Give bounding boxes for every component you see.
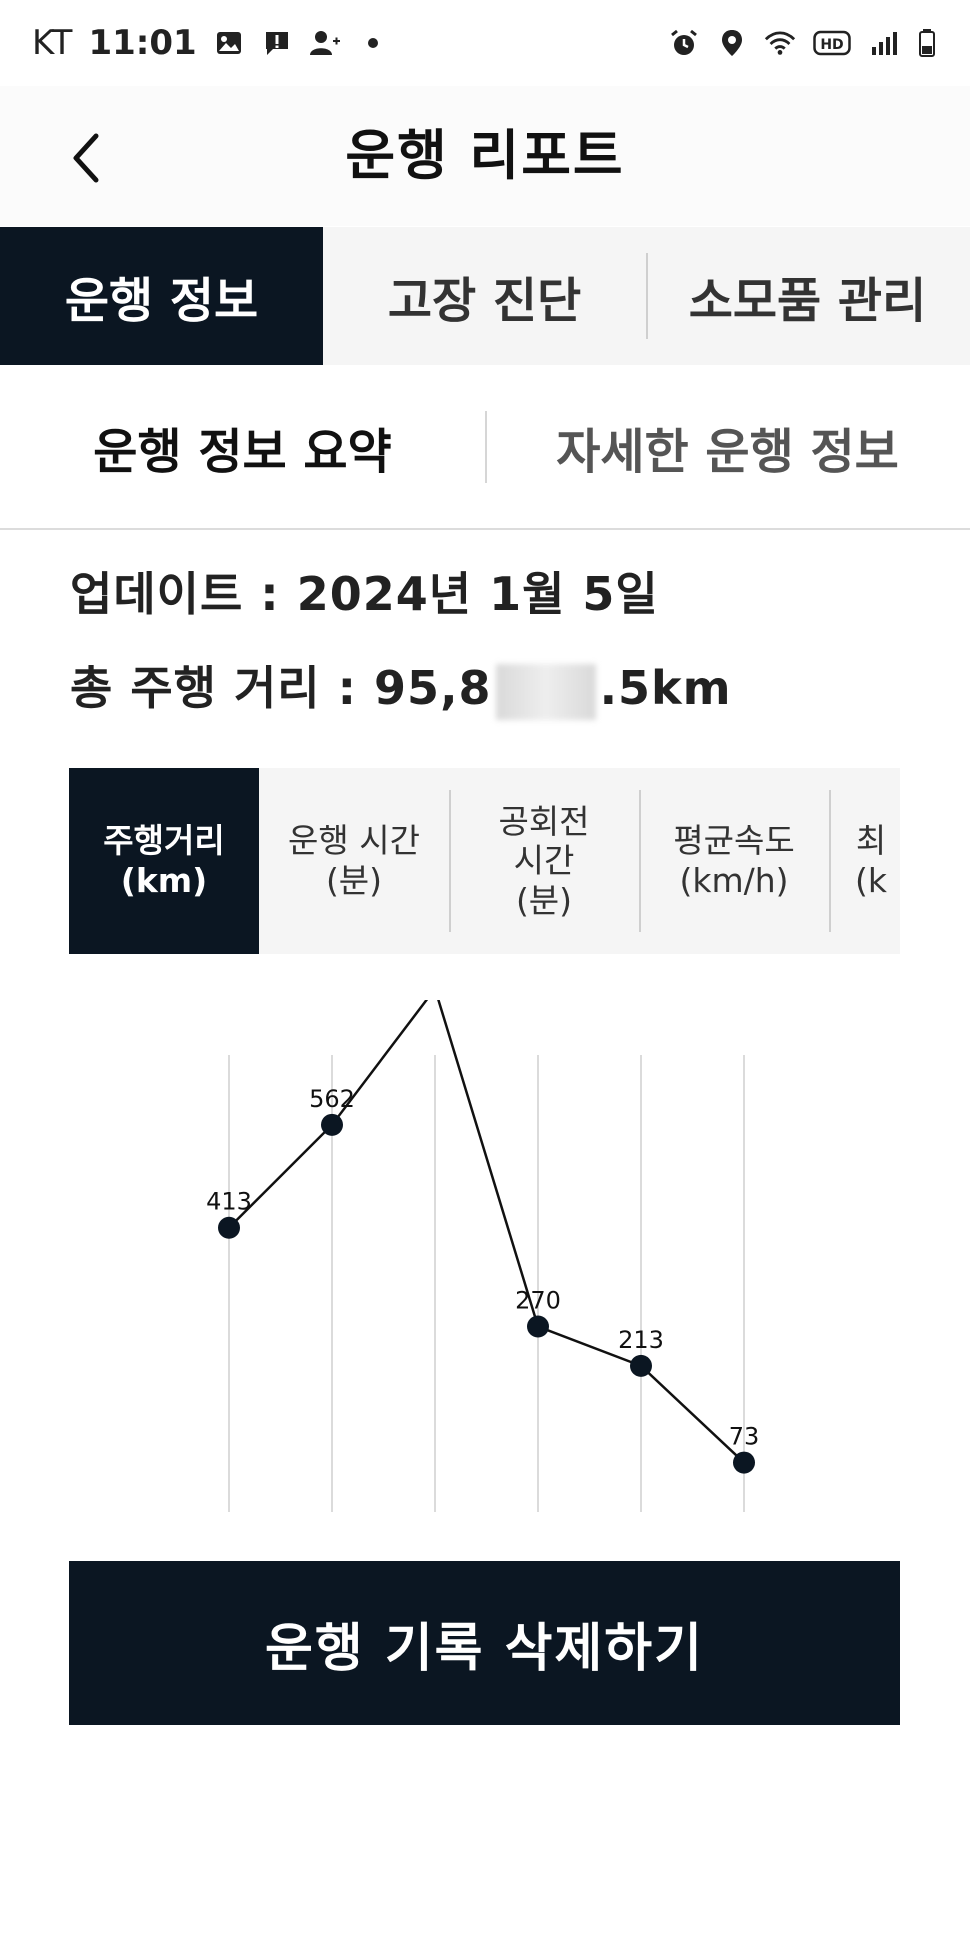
metric-tab-avg-speed[interactable]: 평균속도 (km/h): [639, 768, 829, 954]
data-label: 73: [729, 1423, 760, 1451]
person-add-icon: [309, 27, 341, 59]
redacted-digits: [495, 663, 596, 720]
data-point: [321, 1113, 343, 1136]
tab-consumables[interactable]: 소모품 관리: [646, 227, 969, 365]
clock: 11:01: [88, 23, 197, 63]
data-point: [527, 1315, 549, 1338]
data-label: 413: [206, 1188, 252, 1216]
location-icon: [716, 27, 748, 59]
data-label: 562: [309, 1085, 355, 1113]
delete-records-button[interactable]: 운행 기록 삭제하기: [69, 1561, 900, 1725]
data-point: [218, 1216, 240, 1239]
hd-icon: HD: [812, 27, 852, 59]
metric-tab-drive-time[interactable]: 운행 시간 (분): [259, 768, 449, 954]
tab-summary[interactable]: 운행 정보 요약: [0, 365, 485, 528]
total-distance-suffix: .5km: [599, 661, 732, 715]
battery-icon: [916, 27, 938, 59]
alert-icon: [261, 27, 293, 59]
main-tabs: 운행 정보 고장 진단 소모품 관리: [0, 227, 970, 365]
wifi-icon: [764, 27, 796, 59]
carrier-label: KT: [32, 23, 73, 63]
signal-icon: [868, 27, 900, 59]
data-label: 270: [515, 1287, 561, 1315]
tab-detail[interactable]: 자세한 운행 정보: [485, 365, 970, 528]
tab-drive-info[interactable]: 운행 정보: [0, 227, 323, 365]
series-line: [228, 1000, 745, 1464]
data-label: 213: [618, 1326, 664, 1354]
update-date: 업데이트 : 2024년 1월 5일: [70, 567, 659, 621]
status-bar: KT 11:01 HD: [0, 0, 970, 86]
metric-tab-distance[interactable]: 주행거리 (km): [69, 768, 259, 954]
page-title: 운행 리포트: [345, 124, 625, 187]
tab-fault-diagnosis[interactable]: 고장 진단: [323, 227, 646, 365]
total-distance: 총 주행 거리 : 95,8 .5km: [70, 652, 732, 720]
distance-chart: 41356275927021373: [0, 1000, 970, 1520]
alarm-icon: [668, 27, 700, 59]
total-distance-prefix: 총 주행 거리 : 95,8: [70, 661, 492, 715]
sub-tabs: 운행 정보 요약 자세한 운행 정보: [0, 365, 970, 530]
metric-tabs: 주행거리 (km) 운행 시간 (분) 공회전 시간 (분) 평균속도 (km/…: [69, 768, 900, 954]
metric-tab-idle-time[interactable]: 공회전 시간 (분): [449, 768, 639, 954]
dot-icon: [357, 27, 389, 59]
line-chart-svg: 41356275927021373: [206, 1000, 760, 1512]
data-point: [733, 1451, 755, 1474]
data-point: [630, 1354, 652, 1377]
app-header: 운행 리포트: [0, 86, 970, 226]
metric-tab-max-speed[interactable]: 최 (k: [829, 768, 900, 954]
status-right: HD: [668, 27, 938, 59]
hd-label: HD: [820, 37, 843, 53]
status-left: KT 11:01: [32, 23, 389, 63]
image-icon: [213, 27, 245, 59]
